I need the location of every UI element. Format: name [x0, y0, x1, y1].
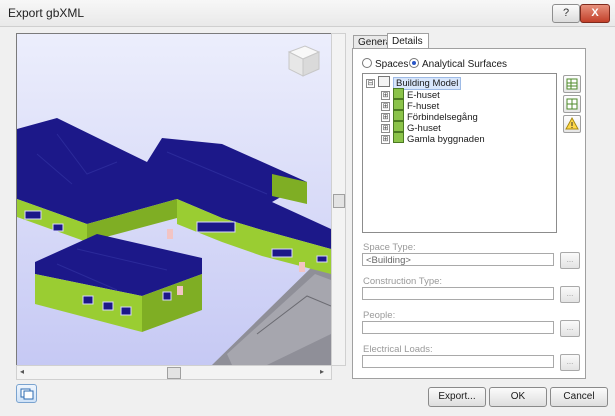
construction-type-browse-button[interactable]: ... — [560, 286, 580, 303]
viewport-horizontal-scrollbar[interactable]: ◂ ▸ — [16, 365, 332, 380]
view-cube-icon — [287, 45, 321, 77]
horizontal-scroll-thumb[interactable] — [167, 367, 181, 379]
building-icon — [393, 121, 404, 132]
building-model-icon — [378, 76, 390, 87]
split-zones-button[interactable] — [563, 95, 581, 113]
window-title: Export gbXML — [8, 6, 85, 20]
window — [120, 306, 132, 316]
window — [316, 255, 328, 263]
collapse-icon[interactable]: ⊟ — [366, 79, 375, 88]
analytical-surfaces-radio[interactable]: Analytical Surfaces — [409, 58, 507, 70]
building-icon — [393, 132, 404, 143]
construction-type-label: Construction Type: — [363, 276, 443, 287]
tree-root-node[interactable]: ⊟ Building Model — [366, 76, 462, 90]
people-field[interactable] — [362, 321, 554, 334]
view-toggle-button[interactable] — [16, 384, 37, 403]
electrical-loads-field[interactable] — [362, 355, 554, 368]
export-button[interactable]: Export... — [428, 387, 486, 407]
space-type-label: Space Type: — [363, 242, 416, 253]
tree-node-gamla-byggnaden[interactable]: ⊞ Gamla byggnaden — [381, 132, 485, 145]
construction-type-field[interactable] — [362, 287, 554, 300]
window — [24, 210, 42, 220]
title-bar: Export gbXML ? X — [0, 0, 615, 27]
spaces-radio[interactable]: Spaces — [362, 58, 408, 70]
people-label: People: — [363, 310, 396, 321]
cancel-button[interactable]: Cancel — [550, 387, 608, 407]
building-model-render — [17, 45, 331, 365]
expand-icon[interactable]: ⊞ — [381, 135, 390, 144]
window-band — [196, 221, 236, 233]
building-model-tree[interactable]: ⊟ Building Model ⊞ E-huset ⊞ F-huset ⊞ Förbi… — [362, 73, 557, 233]
space-type-browse-button[interactable]: ... — [560, 252, 580, 269]
windows-view-icon — [20, 388, 34, 400]
help-button[interactable]: ? — [552, 4, 580, 23]
radio-circle-icon — [362, 58, 372, 68]
window — [162, 291, 172, 301]
close-button[interactable]: X — [580, 4, 610, 23]
window — [271, 248, 293, 258]
electrical-loads-browse-button[interactable]: ... — [560, 354, 580, 371]
spaces-radio-label: Spaces — [375, 59, 409, 70]
building-icon — [393, 99, 404, 110]
table-split-icon — [566, 98, 578, 110]
viewport-vertical-scrollbar[interactable] — [331, 33, 346, 366]
merge-zones-button[interactable] — [563, 75, 581, 93]
window — [82, 295, 94, 305]
electrical-loads-label: Electrical Loads: — [363, 344, 433, 355]
vertical-scroll-thumb[interactable] — [333, 194, 345, 208]
building-icon — [393, 88, 404, 99]
people-browse-button[interactable]: ... — [560, 320, 580, 337]
east-block-wall — [272, 174, 307, 204]
model-viewport[interactable] — [16, 33, 332, 366]
space-type-field[interactable]: <Building> — [362, 253, 554, 266]
warnings-button[interactable] — [563, 115, 581, 133]
tree-node-label: Gamla byggnaden — [407, 134, 485, 145]
window — [52, 223, 64, 232]
warning-icon — [565, 116, 579, 130]
scroll-right-arrow-icon[interactable]: ▸ — [320, 367, 324, 376]
door — [177, 286, 183, 295]
table-grid-icon — [566, 78, 578, 90]
ok-button[interactable]: OK — [489, 387, 547, 407]
window — [102, 301, 114, 311]
radio-selected-icon — [409, 58, 419, 68]
building-icon — [393, 110, 404, 121]
door — [167, 229, 173, 239]
door — [299, 262, 305, 272]
scroll-left-arrow-icon[interactable]: ◂ — [20, 367, 24, 376]
analytical-surfaces-radio-label: Analytical Surfaces — [422, 59, 508, 70]
